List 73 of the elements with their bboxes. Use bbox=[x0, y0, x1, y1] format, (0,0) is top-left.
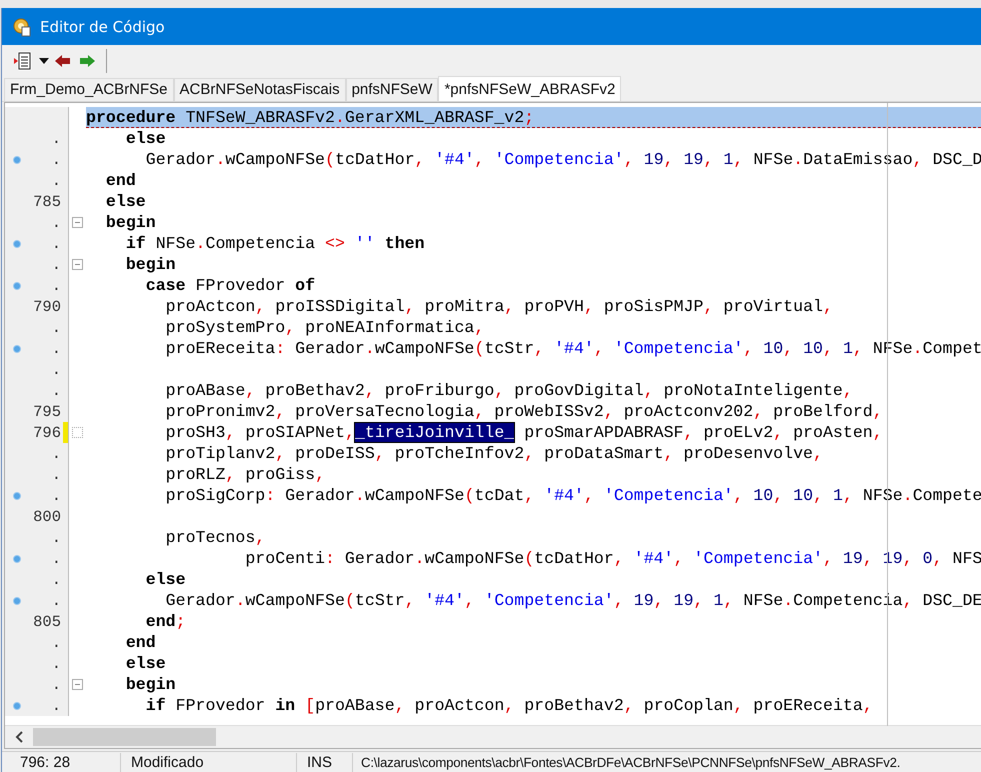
code-line: begin bbox=[124, 254, 176, 275]
code-line: proSH3, proSIAPNet,_tireiJoinville_ proSmarAPDABRASF, proELv2, proAsten, bbox=[164, 422, 883, 443]
editor-tab[interactable]: *pnfsNFSeW_ABRASFv2 bbox=[438, 76, 622, 101]
insert-mode: INS bbox=[297, 752, 353, 772]
line-number: . bbox=[52, 256, 61, 274]
code-line: procedure TNFSeW_ABRASFv2.GerarXML_ABRASF_v2; bbox=[86, 107, 534, 127]
code-line: end; bbox=[144, 611, 186, 632]
line-number: 805 bbox=[33, 612, 61, 630]
code-line: end bbox=[124, 632, 156, 653]
line-number: . bbox=[52, 676, 61, 694]
code-line: proEReceita: Gerador.wCampoNFSe(tcStr, '#4', 'Competencia', 10, 10, 1, NFSe.Compet bbox=[164, 338, 981, 359]
line-number: . bbox=[52, 634, 61, 652]
code-line: if FProvedor in [proABase, proActcon, proBethav2, proCoplan, proEReceita, bbox=[144, 695, 873, 716]
line-number: . bbox=[52, 486, 61, 504]
line-number: 785 bbox=[33, 192, 61, 210]
line-number: . bbox=[52, 382, 61, 400]
editor-tab[interactable]: pnfsNFSeW bbox=[346, 78, 438, 101]
code-editor[interactable] bbox=[4, 102, 981, 749]
editor-tab[interactable]: ACBrNFSeNotasFiscais bbox=[174, 78, 346, 101]
fold-toggle-icon[interactable] bbox=[72, 259, 83, 270]
file-path: C:\lazarus\components\acbr\Fontes\ACBrDFe\ACBrNFSe\PCNNFSe\pnfsNFSeW_ABRASFv2. bbox=[360, 754, 900, 772]
code-line: case FProvedor of bbox=[144, 275, 316, 296]
line-number: . bbox=[52, 592, 61, 610]
code-line: begin bbox=[104, 212, 156, 233]
code-line: else bbox=[124, 653, 166, 674]
line-number: . bbox=[52, 172, 61, 190]
line-number: 795 bbox=[33, 402, 61, 420]
line-number: . bbox=[52, 150, 61, 168]
line-number: . bbox=[52, 214, 61, 232]
document-list-icon bbox=[13, 52, 33, 70]
code-line: proSigCorp: Gerador.wCampoNFSe(tcDat, '#4', 'Competencia', 10, 10, 1, NFSe.Compete bbox=[164, 485, 981, 506]
line-number: . bbox=[52, 696, 61, 714]
code-line: proTiplanv2, proDeISS, proTcheInfov2, proDataSmart, proDesenvolve, bbox=[164, 443, 823, 464]
line-number: 800 bbox=[33, 508, 61, 526]
caret-icon bbox=[39, 58, 49, 64]
left-arrow-icon bbox=[55, 54, 71, 66]
window-title: Editor de Código bbox=[40, 18, 165, 36]
line-number: . bbox=[52, 130, 61, 148]
code-line: else bbox=[124, 128, 166, 149]
editor-tab[interactable]: Frm_Demo_ACBrNFSe bbox=[4, 78, 174, 101]
modified-status: Modificado bbox=[121, 752, 297, 772]
line-number: 790 bbox=[33, 298, 61, 316]
line-number: . bbox=[52, 340, 61, 358]
line-number: 796 bbox=[33, 424, 61, 442]
fold-toggle-icon[interactable] bbox=[72, 217, 83, 228]
chevron-left-icon bbox=[15, 731, 23, 743]
line-number: . bbox=[52, 550, 61, 568]
code-line: else bbox=[104, 191, 146, 212]
code-line: if NFSe.Competencia <> '' then bbox=[124, 233, 425, 254]
line-number: . bbox=[52, 444, 61, 462]
line-number: . bbox=[52, 654, 61, 672]
cursor-position: 796: 28 bbox=[2, 752, 121, 772]
code-line: else bbox=[144, 569, 186, 590]
app-icon bbox=[12, 16, 32, 36]
code-line: proRLZ, proGiss, bbox=[164, 464, 326, 485]
line-number: . bbox=[52, 528, 61, 546]
code-line: proPronimv2, proVersaTecnologia, proWebISSv2, proActconv202, proBelford, bbox=[164, 401, 883, 422]
line-number: . bbox=[52, 360, 61, 378]
code-line: proTecnos, bbox=[164, 527, 266, 548]
scroll-thumb[interactable] bbox=[33, 728, 216, 746]
code-line: proABase, proBethav2, proFriburgo, proGovDigital, proNotaInteligente, bbox=[164, 380, 853, 401]
horizontal-scrollbar[interactable] bbox=[5, 725, 981, 748]
right-arrow-icon bbox=[79, 54, 95, 66]
code-line: begin bbox=[124, 674, 176, 695]
code-line: proActcon, proISSDigital, proMitra, proPVH, proSisPMJP, proVirtual, bbox=[164, 296, 833, 317]
fold-toggle-icon[interactable] bbox=[72, 679, 83, 690]
line-number: . bbox=[52, 466, 61, 484]
code-line: proSystemPro, proNEAInformatica, bbox=[164, 317, 484, 338]
code-line: end bbox=[104, 170, 136, 191]
line-number: . bbox=[52, 234, 61, 252]
line-number: . bbox=[52, 570, 61, 588]
line-number: . bbox=[52, 276, 61, 294]
line-number: . bbox=[52, 318, 61, 336]
